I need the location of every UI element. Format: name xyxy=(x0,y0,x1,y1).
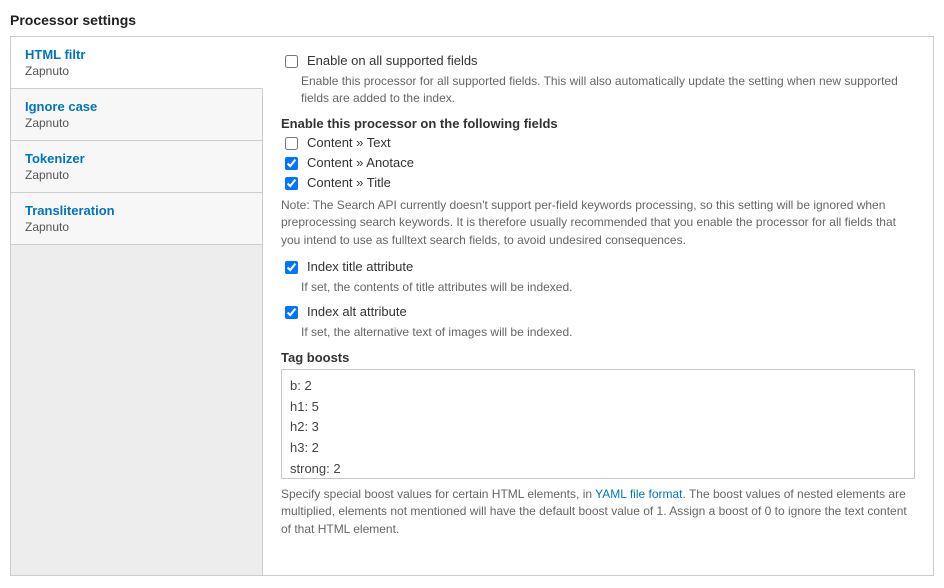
tab-title: Transliteration xyxy=(25,203,248,218)
field-label: Content » Text xyxy=(307,135,391,150)
processor-panel: HTML filtr Zapnuto Ignore case Zapnuto T… xyxy=(10,36,934,576)
tab-status: Zapnuto xyxy=(25,116,248,130)
tag-boosts-textarea[interactable] xyxy=(281,369,915,479)
enable-all-checkbox[interactable] xyxy=(285,55,298,68)
index-alt-label: Index alt attribute xyxy=(307,304,407,319)
field-content-anotace-checkbox[interactable] xyxy=(285,157,298,170)
enable-all-label: Enable on all supported fields xyxy=(307,53,478,68)
index-title-label: Index title attribute xyxy=(307,259,413,274)
tag-boosts-description: Specify special boost values for certain… xyxy=(281,486,915,538)
tab-status: Zapnuto xyxy=(25,64,248,78)
enable-all-description: Enable this processor for all supported … xyxy=(301,73,915,108)
tab-status: Zapnuto xyxy=(25,168,248,182)
tag-boosts-heading: Tag boosts xyxy=(281,350,915,365)
index-alt-checkbox[interactable] xyxy=(285,306,298,319)
yaml-format-link[interactable]: YAML file format xyxy=(595,487,682,501)
tab-ignore-case[interactable]: Ignore case Zapnuto xyxy=(11,89,262,141)
index-title-checkbox[interactable] xyxy=(285,261,298,274)
tab-title: Tokenizer xyxy=(25,151,248,166)
tab-tokenizer[interactable]: Tokenizer Zapnuto xyxy=(11,141,262,193)
field-content-title-checkbox[interactable] xyxy=(285,177,298,190)
tab-title: Ignore case xyxy=(25,99,248,114)
tab-title: HTML filtr xyxy=(25,47,248,62)
tab-html-filtr[interactable]: HTML filtr Zapnuto xyxy=(11,37,263,89)
tab-status: Zapnuto xyxy=(25,220,248,234)
fields-heading: Enable this processor on the following f… xyxy=(281,116,915,131)
field-content-text-checkbox[interactable] xyxy=(285,137,298,150)
tab-content: Enable on all supported fields Enable th… xyxy=(263,37,933,575)
section-title: Processor settings xyxy=(10,12,934,28)
field-label: Content » Anotace xyxy=(307,155,414,170)
fields-note: Note: The Search API currently doesn't s… xyxy=(281,197,915,249)
tab-transliteration[interactable]: Transliteration Zapnuto xyxy=(11,193,262,245)
index-alt-description: If set, the alternative text of images w… xyxy=(301,324,915,341)
vertical-tabs: HTML filtr Zapnuto Ignore case Zapnuto T… xyxy=(11,37,263,575)
index-title-description: If set, the contents of title attributes… xyxy=(301,279,915,296)
field-label: Content » Title xyxy=(307,175,391,190)
desc-text: Specify special boost values for certain… xyxy=(281,487,595,501)
